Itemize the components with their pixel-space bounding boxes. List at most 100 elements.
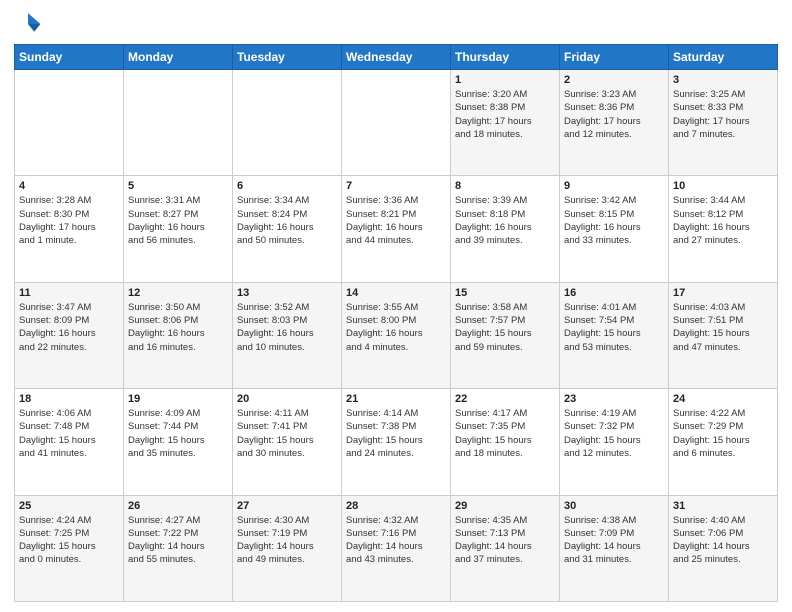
day-number: 8: [455, 180, 555, 192]
calendar-cell: 28 Sunrise: 4:32 AMSunset: 7:16 PMDayligh…: [342, 495, 451, 601]
calendar-cell: 29 Sunrise: 4:35 AMSunset: 7:13 PMDayligh…: [451, 495, 560, 601]
day-number: 25: [19, 500, 119, 512]
day-number: 13: [237, 287, 337, 299]
page: SundayMondayTuesdayWednesdayThursdayFrid…: [0, 0, 792, 612]
day-info: Sunrise: 4:03 AMSunset: 7:51 PMDaylight:…: [673, 301, 773, 354]
day-info: Sunrise: 3:55 AMSunset: 8:00 PMDaylight:…: [346, 301, 446, 354]
calendar-cell: 21 Sunrise: 4:14 AMSunset: 7:38 PMDayligh…: [342, 389, 451, 495]
calendar-cell: 5 Sunrise: 3:31 AMSunset: 8:27 PMDaylight…: [124, 176, 233, 282]
day-number: 24: [673, 393, 773, 405]
header: [14, 10, 778, 38]
day-number: 9: [564, 180, 664, 192]
day-info: Sunrise: 3:20 AMSunset: 8:38 PMDaylight:…: [455, 88, 555, 141]
calendar-cell: 18Sunrise: 4:06 AMSunset: 7:48 PMDayligh…: [15, 389, 124, 495]
calendar-header-row: SundayMondayTuesdayWednesdayThursdayFrid…: [15, 45, 778, 70]
day-number: 20: [237, 393, 337, 405]
day-info: Sunrise: 3:42 AMSunset: 8:15 PMDaylight:…: [564, 194, 664, 247]
day-number: 2: [564, 74, 664, 86]
calendar-cell: 31 Sunrise: 4:40 AMSunset: 7:06 PMDayligh…: [669, 495, 778, 601]
calendar-cell: 3 Sunrise: 3:25 AMSunset: 8:33 PMDaylight…: [669, 70, 778, 176]
calendar-cell: 7Sunrise: 3:36 AMSunset: 8:21 PMDaylight…: [342, 176, 451, 282]
col-header-saturday: Saturday: [669, 45, 778, 70]
day-info: Sunrise: 4:24 AMSunset: 7:25 PMDaylight:…: [19, 514, 119, 567]
calendar-cell: 6 Sunrise: 3:34 AMSunset: 8:24 PMDaylight…: [233, 176, 342, 282]
calendar-cell: 22 Sunrise: 4:17 AMSunset: 7:35 PMDayligh…: [451, 389, 560, 495]
day-number: 22: [455, 393, 555, 405]
day-info: Sunrise: 4:11 AMSunset: 7:41 PMDaylight:…: [237, 407, 337, 460]
calendar-cell: 10 Sunrise: 3:44 AMSunset: 8:12 PMDayligh…: [669, 176, 778, 282]
day-number: 12: [128, 287, 228, 299]
day-number: 11: [19, 287, 119, 299]
day-number: 15: [455, 287, 555, 299]
day-number: 6: [237, 180, 337, 192]
day-info: Sunrise: 3:36 AMSunset: 8:21 PMDaylight:…: [346, 194, 446, 247]
day-info: Sunrise: 3:58 AMSunset: 7:57 PMDaylight:…: [455, 301, 555, 354]
day-number: 19: [128, 393, 228, 405]
calendar-cell: 19 Sunrise: 4:09 AMSunset: 7:44 PMDayligh…: [124, 389, 233, 495]
calendar-cell: 4 Sunrise: 3:28 AMSunset: 8:30 PMDaylight…: [15, 176, 124, 282]
day-number: 30: [564, 500, 664, 512]
col-header-monday: Monday: [124, 45, 233, 70]
calendar-cell: 9 Sunrise: 3:42 AMSunset: 8:15 PMDaylight…: [560, 176, 669, 282]
day-info: Sunrise: 4:40 AMSunset: 7:06 PMDaylight:…: [673, 514, 773, 567]
calendar-cell: 12Sunrise: 3:50 AMSunset: 8:06 PMDayligh…: [124, 282, 233, 388]
day-info: Sunrise: 4:09 AMSunset: 7:44 PMDaylight:…: [128, 407, 228, 460]
day-number: 5: [128, 180, 228, 192]
col-header-thursday: Thursday: [451, 45, 560, 70]
day-info: Sunrise: 3:34 AMSunset: 8:24 PMDaylight:…: [237, 194, 337, 247]
day-info: Sunrise: 4:19 AMSunset: 7:32 PMDaylight:…: [564, 407, 664, 460]
calendar-table: SundayMondayTuesdayWednesdayThursdayFrid…: [14, 44, 778, 602]
calendar-cell: [124, 70, 233, 176]
calendar-cell: 16Sunrise: 4:01 AMSunset: 7:54 PMDayligh…: [560, 282, 669, 388]
col-header-tuesday: Tuesday: [233, 45, 342, 70]
day-info: Sunrise: 4:06 AMSunset: 7:48 PMDaylight:…: [19, 407, 119, 460]
day-info: Sunrise: 4:14 AMSunset: 7:38 PMDaylight:…: [346, 407, 446, 460]
day-number: 23: [564, 393, 664, 405]
day-number: 14: [346, 287, 446, 299]
day-info: Sunrise: 3:25 AMSunset: 8:33 PMDaylight:…: [673, 88, 773, 141]
day-info: Sunrise: 4:38 AMSunset: 7:09 PMDaylight:…: [564, 514, 664, 567]
calendar-cell: 15 Sunrise: 3:58 AMSunset: 7:57 PMDayligh…: [451, 282, 560, 388]
day-info: Sunrise: 3:31 AMSunset: 8:27 PMDaylight:…: [128, 194, 228, 247]
calendar-cell: [233, 70, 342, 176]
day-number: 4: [19, 180, 119, 192]
calendar-cell: 24Sunrise: 4:22 AMSunset: 7:29 PMDayligh…: [669, 389, 778, 495]
calendar-cell: 26 Sunrise: 4:27 AMSunset: 7:22 PMDayligh…: [124, 495, 233, 601]
calendar-cell: 27Sunrise: 4:30 AMSunset: 7:19 PMDayligh…: [233, 495, 342, 601]
day-number: 31: [673, 500, 773, 512]
day-info: Sunrise: 4:17 AMSunset: 7:35 PMDaylight:…: [455, 407, 555, 460]
calendar-cell: 13 Sunrise: 3:52 AMSunset: 8:03 PMDayligh…: [233, 282, 342, 388]
calendar-cell: 23 Sunrise: 4:19 AMSunset: 7:32 PMDayligh…: [560, 389, 669, 495]
day-number: 21: [346, 393, 446, 405]
col-header-wednesday: Wednesday: [342, 45, 451, 70]
day-number: 3: [673, 74, 773, 86]
day-number: 29: [455, 500, 555, 512]
day-number: 17: [673, 287, 773, 299]
day-info: Sunrise: 4:27 AMSunset: 7:22 PMDaylight:…: [128, 514, 228, 567]
day-info: Sunrise: 3:47 AMSunset: 8:09 PMDaylight:…: [19, 301, 119, 354]
calendar-week-1: 1Sunrise: 3:20 AMSunset: 8:38 PMDaylight…: [15, 70, 778, 176]
day-info: Sunrise: 4:30 AMSunset: 7:19 PMDaylight:…: [237, 514, 337, 567]
day-info: Sunrise: 4:35 AMSunset: 7:13 PMDaylight:…: [455, 514, 555, 567]
day-info: Sunrise: 3:44 AMSunset: 8:12 PMDaylight:…: [673, 194, 773, 247]
day-info: Sunrise: 3:39 AMSunset: 8:18 PMDaylight:…: [455, 194, 555, 247]
day-info: Sunrise: 4:32 AMSunset: 7:16 PMDaylight:…: [346, 514, 446, 567]
calendar-cell: 25 Sunrise: 4:24 AMSunset: 7:25 PMDayligh…: [15, 495, 124, 601]
day-info: Sunrise: 3:23 AMSunset: 8:36 PMDaylight:…: [564, 88, 664, 141]
day-info: Sunrise: 3:52 AMSunset: 8:03 PMDaylight:…: [237, 301, 337, 354]
logo-icon: [14, 10, 42, 38]
calendar-cell: 17 Sunrise: 4:03 AMSunset: 7:51 PMDayligh…: [669, 282, 778, 388]
calendar-cell: 11 Sunrise: 3:47 AMSunset: 8:09 PMDayligh…: [15, 282, 124, 388]
day-number: 26: [128, 500, 228, 512]
day-number: 28: [346, 500, 446, 512]
calendar-cell: 14 Sunrise: 3:55 AMSunset: 8:00 PMDayligh…: [342, 282, 451, 388]
calendar-cell: 2 Sunrise: 3:23 AMSunset: 8:36 PMDaylight…: [560, 70, 669, 176]
calendar-cell: 20 Sunrise: 4:11 AMSunset: 7:41 PMDayligh…: [233, 389, 342, 495]
day-number: 16: [564, 287, 664, 299]
calendar-week-5: 25 Sunrise: 4:24 AMSunset: 7:25 PMDayligh…: [15, 495, 778, 601]
calendar-week-2: 4 Sunrise: 3:28 AMSunset: 8:30 PMDaylight…: [15, 176, 778, 282]
day-info: Sunrise: 3:28 AMSunset: 8:30 PMDaylight:…: [19, 194, 119, 247]
col-header-sunday: Sunday: [15, 45, 124, 70]
day-number: 10: [673, 180, 773, 192]
calendar-week-3: 11 Sunrise: 3:47 AMSunset: 8:09 PMDayligh…: [15, 282, 778, 388]
